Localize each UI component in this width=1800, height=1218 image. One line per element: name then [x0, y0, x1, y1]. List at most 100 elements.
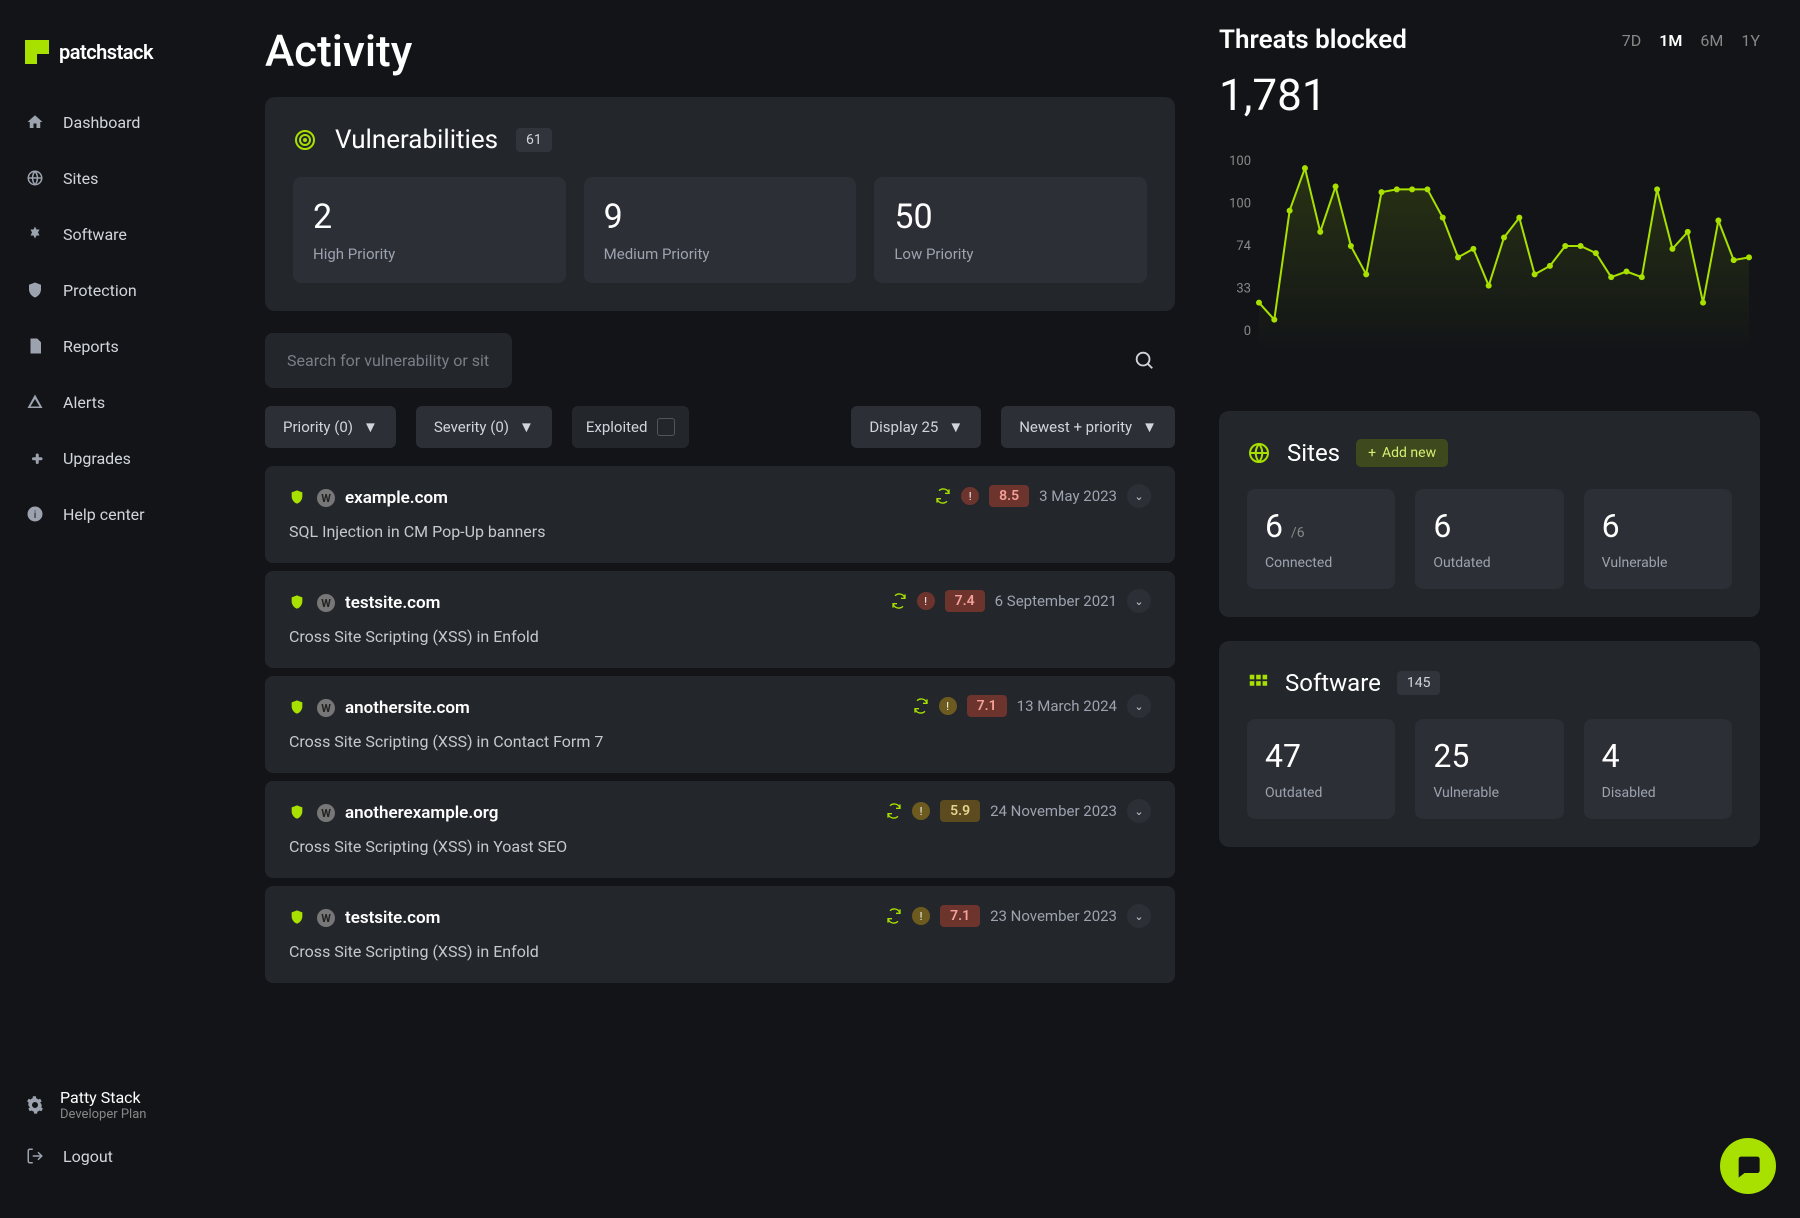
- logo[interactable]: patchstack: [0, 20, 265, 94]
- stat-value: 6 /6: [1265, 507, 1377, 545]
- nav-alerts[interactable]: Alerts: [0, 374, 265, 430]
- nav-upgrades[interactable]: Upgrades: [0, 430, 265, 486]
- wordpress-icon: W: [317, 489, 335, 507]
- stat-card[interactable]: 47 Outdated: [1247, 719, 1395, 819]
- globe-icon: [1247, 441, 1271, 465]
- nav-dashboard[interactable]: Dashboard: [0, 94, 265, 150]
- nav-label: Reports: [63, 337, 119, 356]
- vuln-score: 8.5: [989, 485, 1029, 507]
- add-site-button[interactable]: +Add new: [1356, 439, 1448, 467]
- time-tabs: 7D 1M 6M 1Y: [1622, 31, 1760, 50]
- vuln-description: Cross Site Scripting (XSS) in Yoast SEO: [289, 837, 1151, 856]
- time-tab-6M[interactable]: 6M: [1700, 31, 1723, 50]
- vuln-row[interactable]: W example.com ! 8.5 3 May 2023 ⌄ SQL Inj…: [265, 466, 1175, 563]
- filter-exploited[interactable]: Exploited: [572, 406, 690, 448]
- priority-card[interactable]: 2 High Priority: [293, 177, 566, 283]
- time-tab-1M[interactable]: 1M: [1659, 31, 1682, 50]
- shield-icon: [289, 489, 307, 507]
- nav-help[interactable]: i Help center: [0, 486, 265, 542]
- search-icon[interactable]: [1133, 349, 1155, 371]
- expand-button[interactable]: ⌄: [1127, 694, 1151, 718]
- priority-label: Low Priority: [894, 245, 1127, 263]
- sites-title: Sites: [1287, 439, 1340, 467]
- main: Activity Vulnerabilities 61 2 High Prior…: [265, 0, 1800, 1218]
- vuln-date: 6 September 2021: [995, 592, 1117, 610]
- nav-sites[interactable]: Sites: [0, 150, 265, 206]
- chat-icon: [1734, 1152, 1762, 1180]
- stat-card[interactable]: 6 /6 Connected: [1247, 489, 1395, 589]
- chevron-down-icon: ▼: [948, 418, 963, 436]
- sync-icon[interactable]: [886, 803, 902, 819]
- vuln-score: 7.4: [945, 590, 985, 612]
- vuln-total: 61: [516, 128, 552, 152]
- stat-label: Disabled: [1602, 785, 1714, 801]
- user-name: Patty Stack: [60, 1088, 146, 1107]
- expand-button[interactable]: ⌄: [1127, 799, 1151, 823]
- priority-card[interactable]: 9 Medium Priority: [584, 177, 857, 283]
- stat-label: Vulnerable: [1433, 785, 1545, 801]
- sync-icon[interactable]: [913, 698, 929, 714]
- stat-card[interactable]: 6 Vulnerable: [1584, 489, 1732, 589]
- clipboard-icon: [25, 336, 45, 356]
- vuln-title: Vulnerabilities: [335, 125, 498, 155]
- shield-icon: [289, 594, 307, 612]
- vuln-row[interactable]: W testsite.com ! 7.4 6 September 2021 ⌄ …: [265, 571, 1175, 668]
- expand-button[interactable]: ⌄: [1127, 904, 1151, 928]
- sync-icon[interactable]: [891, 593, 907, 609]
- nav-protection[interactable]: Protection: [0, 262, 265, 318]
- user-block[interactable]: Patty Stack Developer Plan: [25, 1076, 240, 1134]
- vuln-description: SQL Injection in CM Pop-Up banners: [289, 522, 1151, 541]
- svg-text:100: 100: [1229, 154, 1251, 169]
- stat-card[interactable]: 25 Vulnerable: [1415, 719, 1563, 819]
- info-icon: i: [25, 504, 45, 524]
- filter-severity[interactable]: Severity (0)▼: [416, 406, 552, 448]
- filter-sort[interactable]: Newest + priority▼: [1001, 406, 1175, 448]
- filter-display[interactable]: Display 25▼: [851, 406, 981, 448]
- svg-text:74: 74: [1236, 239, 1251, 254]
- sync-icon[interactable]: [886, 908, 902, 924]
- alert-icon: [25, 392, 45, 412]
- stat-value: 6: [1433, 507, 1545, 545]
- shield-icon: [289, 804, 307, 822]
- stat-card[interactable]: 4 Disabled: [1584, 719, 1732, 819]
- logout-button[interactable]: Logout: [25, 1134, 240, 1178]
- filter-priority[interactable]: Priority (0)▼: [265, 406, 396, 448]
- severity-icon: !: [912, 802, 930, 820]
- vuln-description: Cross Site Scripting (XSS) in Enfold: [289, 627, 1151, 646]
- priority-card[interactable]: 50 Low Priority: [874, 177, 1147, 283]
- gear-icon: [25, 1095, 45, 1115]
- vuln-row[interactable]: W anotherexample.org ! 5.9 24 November 2…: [265, 781, 1175, 878]
- priority-count: 9: [604, 197, 837, 237]
- stat-card[interactable]: 6 Outdated: [1415, 489, 1563, 589]
- extension-icon: [25, 448, 45, 468]
- chevron-down-icon: ▼: [519, 418, 534, 436]
- checkbox[interactable]: [657, 418, 675, 436]
- time-tab-1Y[interactable]: 1Y: [1741, 31, 1760, 50]
- chat-fab[interactable]: [1720, 1138, 1776, 1194]
- nav: Dashboard Sites Software Protection Repo…: [0, 94, 265, 1056]
- sidebar: patchstack Dashboard Sites Software Prot…: [0, 0, 265, 1218]
- chevron-down-icon: ▼: [363, 418, 378, 436]
- sites-panel: Sites +Add new 6 /6 Connected 6 Outdated…: [1219, 411, 1760, 617]
- expand-button[interactable]: ⌄: [1127, 484, 1151, 508]
- software-title: Software: [1285, 669, 1381, 697]
- nav-software[interactable]: Software: [0, 206, 265, 262]
- search-input[interactable]: [265, 333, 512, 388]
- vuln-site: anothersite.com: [345, 698, 470, 718]
- priority-count: 50: [894, 197, 1127, 237]
- vuln-panel: Vulnerabilities 61 2 High Priority 9 Med…: [265, 97, 1175, 311]
- time-tab-7D[interactable]: 7D: [1622, 31, 1642, 50]
- vuln-row[interactable]: W testsite.com ! 7.1 23 November 2023 ⌄ …: [265, 886, 1175, 983]
- sync-icon[interactable]: [935, 488, 951, 504]
- vuln-description: Cross Site Scripting (XSS) in Enfold: [289, 942, 1151, 961]
- priority-count: 2: [313, 197, 546, 237]
- priority-label: Medium Priority: [604, 245, 837, 263]
- expand-button[interactable]: ⌄: [1127, 589, 1151, 613]
- vuln-site: testsite.com: [345, 908, 440, 928]
- stat-label: Outdated: [1433, 555, 1545, 571]
- nav-reports[interactable]: Reports: [0, 318, 265, 374]
- severity-icon: !: [939, 697, 957, 715]
- vuln-row[interactable]: W anothersite.com ! 7.1 13 March 2024 ⌄ …: [265, 676, 1175, 773]
- vuln-site: anotherexample.org: [345, 803, 498, 823]
- grid-icon: [1247, 672, 1269, 694]
